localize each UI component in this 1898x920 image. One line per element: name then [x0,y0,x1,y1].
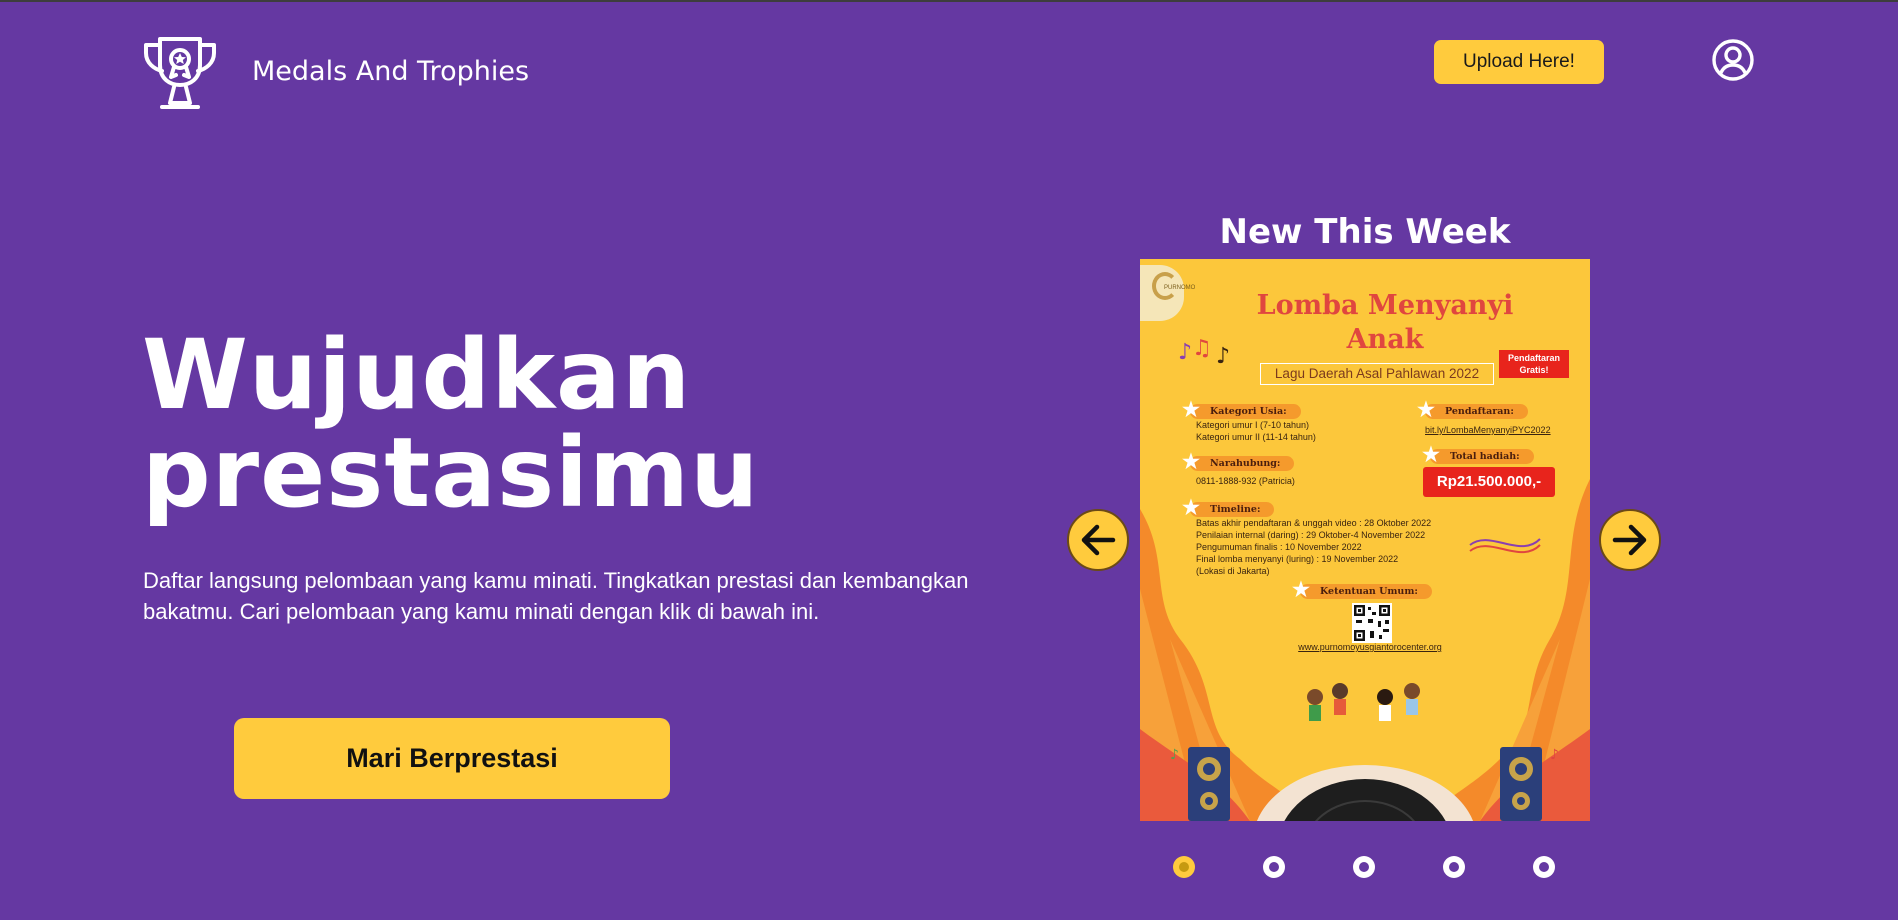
trophy-icon[interactable] [142,35,218,111]
hero-title: Wujudkan prestasimu [142,326,759,522]
poster-timeline-item: Final lomba menyanyi (luring) : 19 Novem… [1196,554,1399,564]
poster-terms-section: ★ Ketentuan Umum: [1292,579,1432,599]
svg-text:♪: ♪ [1178,340,1192,365]
poster-prize-heading: Total hadiah: [1450,451,1520,462]
carousel-dot-3[interactable] [1353,856,1375,878]
arrow-left-icon [1081,524,1116,556]
svg-text:♪: ♪ [1550,747,1559,763]
hero-title-line-1: Wujudkan [142,319,692,431]
svg-text:♫: ♫ [1192,336,1212,361]
star-icon: ★ [1292,577,1310,601]
poster-website: www.purnomoyusgiantorocenter.org [1298,642,1442,652]
arrow-right-icon [1612,524,1647,556]
poster-registration-heading: Pendaftaran: [1445,406,1514,417]
svg-text:♪: ♪ [1170,747,1179,763]
star-icon: ★ [1422,442,1440,466]
poster-contact: 0811-1888-932 (Patricia) [1196,476,1295,486]
poster-timeline-item: Pengumuman finalis : 10 November 2022 [1196,542,1362,552]
poster-timeline-heading: Timeline: [1210,504,1261,515]
qr-code-icon [1352,603,1392,643]
poster-org: PURNOMO [1164,285,1196,291]
poster-prize-section: ★ Total hadiah: [1422,444,1534,464]
poster-badge: Pendaftaran Gratis! [1499,350,1569,378]
hero-description: Daftar langsung pelombaan yang kamu mina… [143,568,969,624]
poster-contact-heading: Narahubung: [1210,458,1281,469]
poster-timeline-item: (Lokasi di Jakarta) [1196,566,1270,576]
carousel-poster[interactable]: ♪ ♫ ♪ ♪ ♪ PURNOMO Lomba Menyanyi Anak Lagu … [1140,259,1590,821]
hero-title-line-2: prestasimu [142,417,760,529]
poster-title-line-1: Lomba Menyanyi [1256,290,1514,321]
carousel-prev-button[interactable] [1067,509,1129,571]
carousel-next-button[interactable] [1599,509,1661,571]
star-icon: ★ [1182,397,1200,421]
poster-prize: Rp21.500.000,- [1423,467,1555,497]
poster-title: Lomba Menyanyi Anak [1220,289,1550,357]
poster-terms-heading: Ketentuan Umum: [1320,586,1418,597]
carousel-dot-4[interactable] [1443,856,1465,878]
poster-subtitle: Lagu Daerah Asal Pahlawan 2022 [1260,363,1494,385]
poster-contact-section: ★ Narahubung: 0811-1888-932 (Patricia) [1182,451,1295,487]
poster-timeline-item: Penilaian internal (daring) : 29 Oktober… [1196,530,1426,540]
top-border [0,0,1898,2]
carousel-dot-1[interactable] [1173,856,1195,878]
carousel-dot-5[interactable] [1533,856,1555,878]
cta-button[interactable]: Mari Berprestasi [234,718,670,799]
poster-age-item: Kategori umur I (7-10 tahun) [1196,420,1310,430]
carousel-title: New This Week [1219,212,1511,252]
brand-name[interactable]: Medals And Trophies [252,56,529,87]
poster-age-heading: Kategori Usia: [1210,406,1287,417]
poster-timeline-item: Batas akhir pendaftaran & unggah video :… [1196,518,1432,528]
poster-registration-section: ★ Pendaftaran: bit.ly/LombaMenyanyiPYC202… [1417,399,1551,435]
star-icon: ★ [1182,495,1200,519]
star-icon: ★ [1417,397,1435,421]
poster-age-item: Kategori umur II (11-14 tahun) [1196,432,1316,442]
upload-button[interactable]: Upload Here! [1434,40,1604,84]
carousel-dot-2[interactable] [1263,856,1285,878]
poster-registration-link: bit.ly/LombaMenyanyiPYC2022 [1425,425,1551,435]
poster-timeline-section: ★ Timeline: Batas akhir pendaftaran & ung… [1182,497,1432,577]
user-circle-icon[interactable] [1711,38,1755,82]
poster-age-section: ★ Kategori Usia: Kategori umur I (7-10 ta… [1182,399,1316,443]
star-icon: ★ [1182,449,1200,473]
